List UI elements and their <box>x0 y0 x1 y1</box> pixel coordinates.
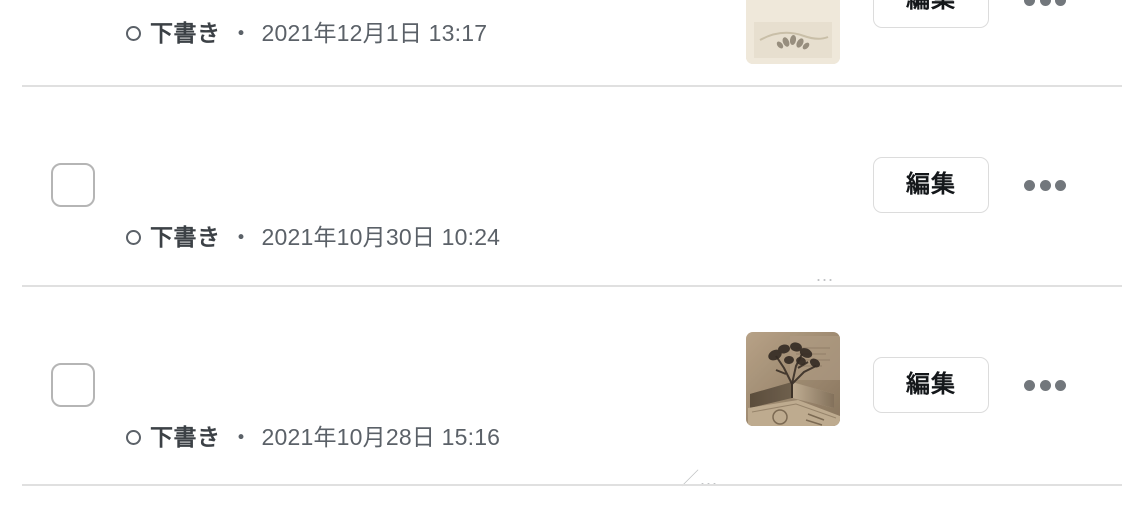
ellipsis-dot-icon <box>1039 0 1051 6</box>
post-date: 2021年10月30日 10:24 <box>261 224 501 250</box>
table-row[interactable]: ／... 編集 下書き ・ 2021年10月28日 15:16 <box>0 287 1144 489</box>
table-row[interactable]: ... 編集 下書き ・ 2021年10月30日 10:24 <box>0 87 1144 285</box>
post-excerpt: ... <box>815 265 834 285</box>
post-meta: 下書き ・ 2021年10月28日 15:16 <box>126 426 500 449</box>
ellipsis-dot-icon <box>1024 0 1035 6</box>
meta-separator: ・ <box>229 20 253 46</box>
post-meta: 下書き ・ 2021年10月30日 10:24 <box>126 226 500 249</box>
post-thumbnail-image <box>746 0 840 64</box>
post-thumbnail-image <box>746 332 840 426</box>
row-select-checkbox[interactable] <box>51 363 95 407</box>
meta-separator: ・ <box>229 424 253 450</box>
post-excerpt: ／... <box>680 469 718 489</box>
table-row[interactable]: 編集 下書き ・ 2021年12月1日 13:17 <box>0 0 1144 64</box>
ellipsis-dot-icon <box>1055 379 1066 391</box>
circle-outline-icon <box>126 26 141 41</box>
more-options-button[interactable] <box>1022 370 1068 400</box>
ellipsis-dot-icon <box>1039 379 1051 391</box>
circle-outline-icon <box>126 230 141 245</box>
post-meta: 下書き ・ 2021年12月1日 13:17 <box>126 22 487 45</box>
ellipsis-dot-icon <box>1055 179 1066 191</box>
post-date: 2021年12月1日 13:17 <box>261 20 488 46</box>
ellipsis-dot-icon <box>1039 179 1051 191</box>
edit-button[interactable]: 編集 <box>873 357 989 413</box>
circle-outline-icon <box>126 430 141 445</box>
post-list-screen: 編集 下書き ・ 2021年12月1日 13:17 ... 編集 <box>0 0 1144 506</box>
ellipsis-dot-icon <box>1055 0 1066 6</box>
meta-separator: ・ <box>229 224 253 250</box>
status-badge: 下書き <box>150 424 221 450</box>
post-date: 2021年10月28日 15:16 <box>261 424 501 450</box>
status-badge: 下書き <box>150 20 221 46</box>
edit-button[interactable]: 編集 <box>873 157 989 213</box>
edit-button[interactable]: 編集 <box>873 0 989 28</box>
post-thumbnail[interactable] <box>746 332 840 426</box>
more-options-button[interactable] <box>1022 170 1068 200</box>
more-options-button[interactable] <box>1022 0 1068 15</box>
row-divider <box>22 484 1122 486</box>
ellipsis-dot-icon <box>1024 379 1035 391</box>
ellipsis-dot-icon <box>1024 179 1035 191</box>
status-badge: 下書き <box>150 224 221 250</box>
row-select-checkbox[interactable] <box>51 163 95 207</box>
post-thumbnail[interactable] <box>746 0 840 64</box>
